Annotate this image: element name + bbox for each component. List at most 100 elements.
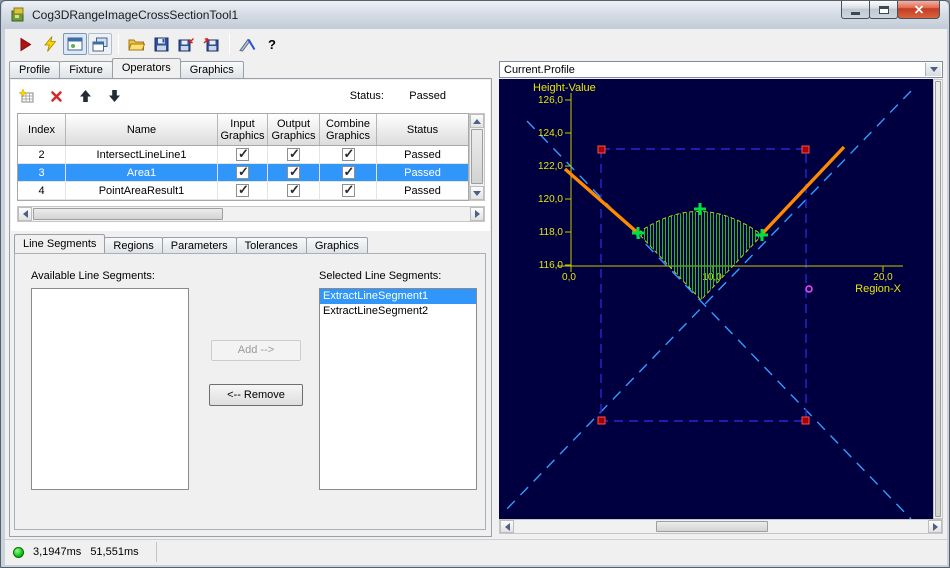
status-ok-icon [13,546,24,558]
scroll-right-button[interactable] [928,520,942,533]
window-title: Cog3DRangeImageCrossSectionTool1 [32,8,239,22]
y-tick-label: 122,0 [538,161,563,172]
display-panel: Current.Profile Height-Value 126,0 124,0… [499,61,943,535]
add-operator-button[interactable] [17,87,37,105]
show-record-toggle[interactable] [63,33,87,55]
column-header-status[interactable]: Status [377,114,468,145]
output-graphics-checkbox[interactable] [287,164,300,180]
move-up-button[interactable] [75,87,95,105]
list-item[interactable]: ExtractLineSegment2 [320,304,476,319]
column-header-index[interactable]: Index [18,114,66,145]
combo-dropdown-button[interactable] [925,63,941,76]
scrollbar-thumb[interactable] [33,208,223,220]
column-header-input-graphics[interactable]: Input Graphics [218,114,268,145]
minimize-button[interactable] [841,1,870,19]
tab-operators[interactable]: Operators [111,58,181,78]
input-graphics-checkbox[interactable] [236,182,249,198]
chart-horizontal-scrollbar[interactable] [499,519,943,534]
available-line-segments-list[interactable] [31,288,189,490]
up-arrow-icon [473,118,481,124]
area-region [637,211,763,301]
cell-status: Passed [404,166,441,179]
selected-line-segments-list[interactable]: ExtractLineSegment1 ExtractLineSegment2 [319,288,477,490]
chevron-down-icon [929,67,938,72]
remove-button[interactable]: <-- Remove [209,384,303,406]
subtab-graphics[interactable]: Graphics [305,237,368,253]
output-graphics-checkbox[interactable] [287,182,300,198]
input-graphics-checkbox[interactable] [236,146,249,162]
close-button[interactable] [897,1,940,19]
chart-vertical-scrollbar[interactable] [933,79,943,519]
add-button[interactable]: Add --> [211,340,301,361]
subtab-parameters[interactable]: Parameters [161,237,237,253]
tab-profile[interactable]: Profile [9,61,61,78]
down-arrow-icon [108,90,120,102]
maximize-button[interactable] [869,1,898,19]
process-time: 3,1947ms [33,546,82,558]
right-arrow-icon [932,522,938,531]
save-image-button[interactable] [174,33,198,55]
subtab-line-segments[interactable]: Line Segments [14,234,106,253]
titlebar[interactable]: Cog3DRangeImageCrossSectionTool1 [2,1,948,29]
subtab-tolerances[interactable]: Tolerances [235,237,307,253]
scrollbar-thumb[interactable] [656,521,768,532]
tab-fixture[interactable]: Fixture [59,61,113,78]
table-row[interactable]: 3 Area1 Passed [18,164,468,182]
scroll-left-button[interactable] [500,520,514,533]
combine-graphics-checkbox[interactable] [341,164,355,180]
combine-graphics-checkbox[interactable] [341,146,355,162]
live-run-button[interactable] [38,33,62,55]
list-item[interactable]: ExtractLineSegment1 [320,289,476,304]
toolbar-separator [229,34,230,54]
save-button[interactable] [149,33,173,55]
move-down-button[interactable] [104,87,124,105]
table-row[interactable]: 4 PointAreaResult1 Passed [18,182,468,200]
y-axis-title: Height-Value [533,82,596,94]
scrollbar-thumb[interactable] [471,129,483,184]
scroll-left-button[interactable] [18,207,32,221]
scrollbar-thumb[interactable] [935,81,941,517]
table-row[interactable]: 2 IntersectLineLine1 Passed [18,146,468,164]
delete-operator-button[interactable] [46,87,66,105]
cell-name: Area1 [66,164,218,181]
help-button[interactable]: ? [260,33,284,55]
float-window-icon [92,37,108,51]
column-header-output-graphics[interactable]: Output Graphics [268,114,320,145]
float-display-button[interactable] [88,33,112,55]
available-line-segments-label: Available Line Segments: [31,270,155,282]
timing-panel: 3,1947ms 51,551ms [7,542,157,562]
import-icon [203,37,218,51]
scroll-right-button[interactable] [470,207,484,221]
measure-icon [238,38,255,52]
scroll-up-button[interactable] [470,114,484,128]
profile-chart[interactable]: Height-Value 126,0 124,0 122,0 120,0 118… [499,79,933,519]
cell-status: Passed [404,148,441,161]
subtab-regions[interactable]: Regions [104,237,163,253]
y-tick-label: 118,0 [539,227,564,238]
status-value: Passed [409,90,446,102]
window-controls [841,1,940,19]
combine-graphics-checkbox[interactable] [341,182,355,198]
table-vertical-scrollbar[interactable] [469,113,485,201]
table-horizontal-scrollbar[interactable] [17,206,485,222]
operators-tab-panel: Status: Passed Index Name Input Graphics… [9,78,492,537]
column-header-name[interactable]: Name [66,114,218,145]
open-button[interactable] [124,33,148,55]
result-point-marker [805,285,813,293]
display-selector-combo[interactable]: Current.Profile [499,61,943,78]
input-graphics-checkbox[interactable] [236,164,249,180]
left-panel: Profile Fixture Operators Graphics Statu… [9,58,492,537]
line-segments-panel: Available Line Segments: Selected Line S… [14,253,486,530]
measure-button[interactable] [235,33,259,55]
run-button[interactable] [13,33,37,55]
crosshair-diagonals [504,90,912,519]
output-graphics-checkbox[interactable] [287,146,300,162]
cell-index: 3 [18,164,66,181]
operators-area: Status: Passed Index Name Input Graphics… [11,80,490,231]
tab-graphics[interactable]: Graphics [179,61,244,78]
cell-status: Passed [404,184,441,197]
scroll-down-button[interactable] [470,186,484,200]
import-button[interactable] [199,33,223,55]
main-tabs: Profile Fixture Operators Graphics [9,58,492,78]
column-header-combine-graphics[interactable]: Combine Graphics [320,114,377,145]
